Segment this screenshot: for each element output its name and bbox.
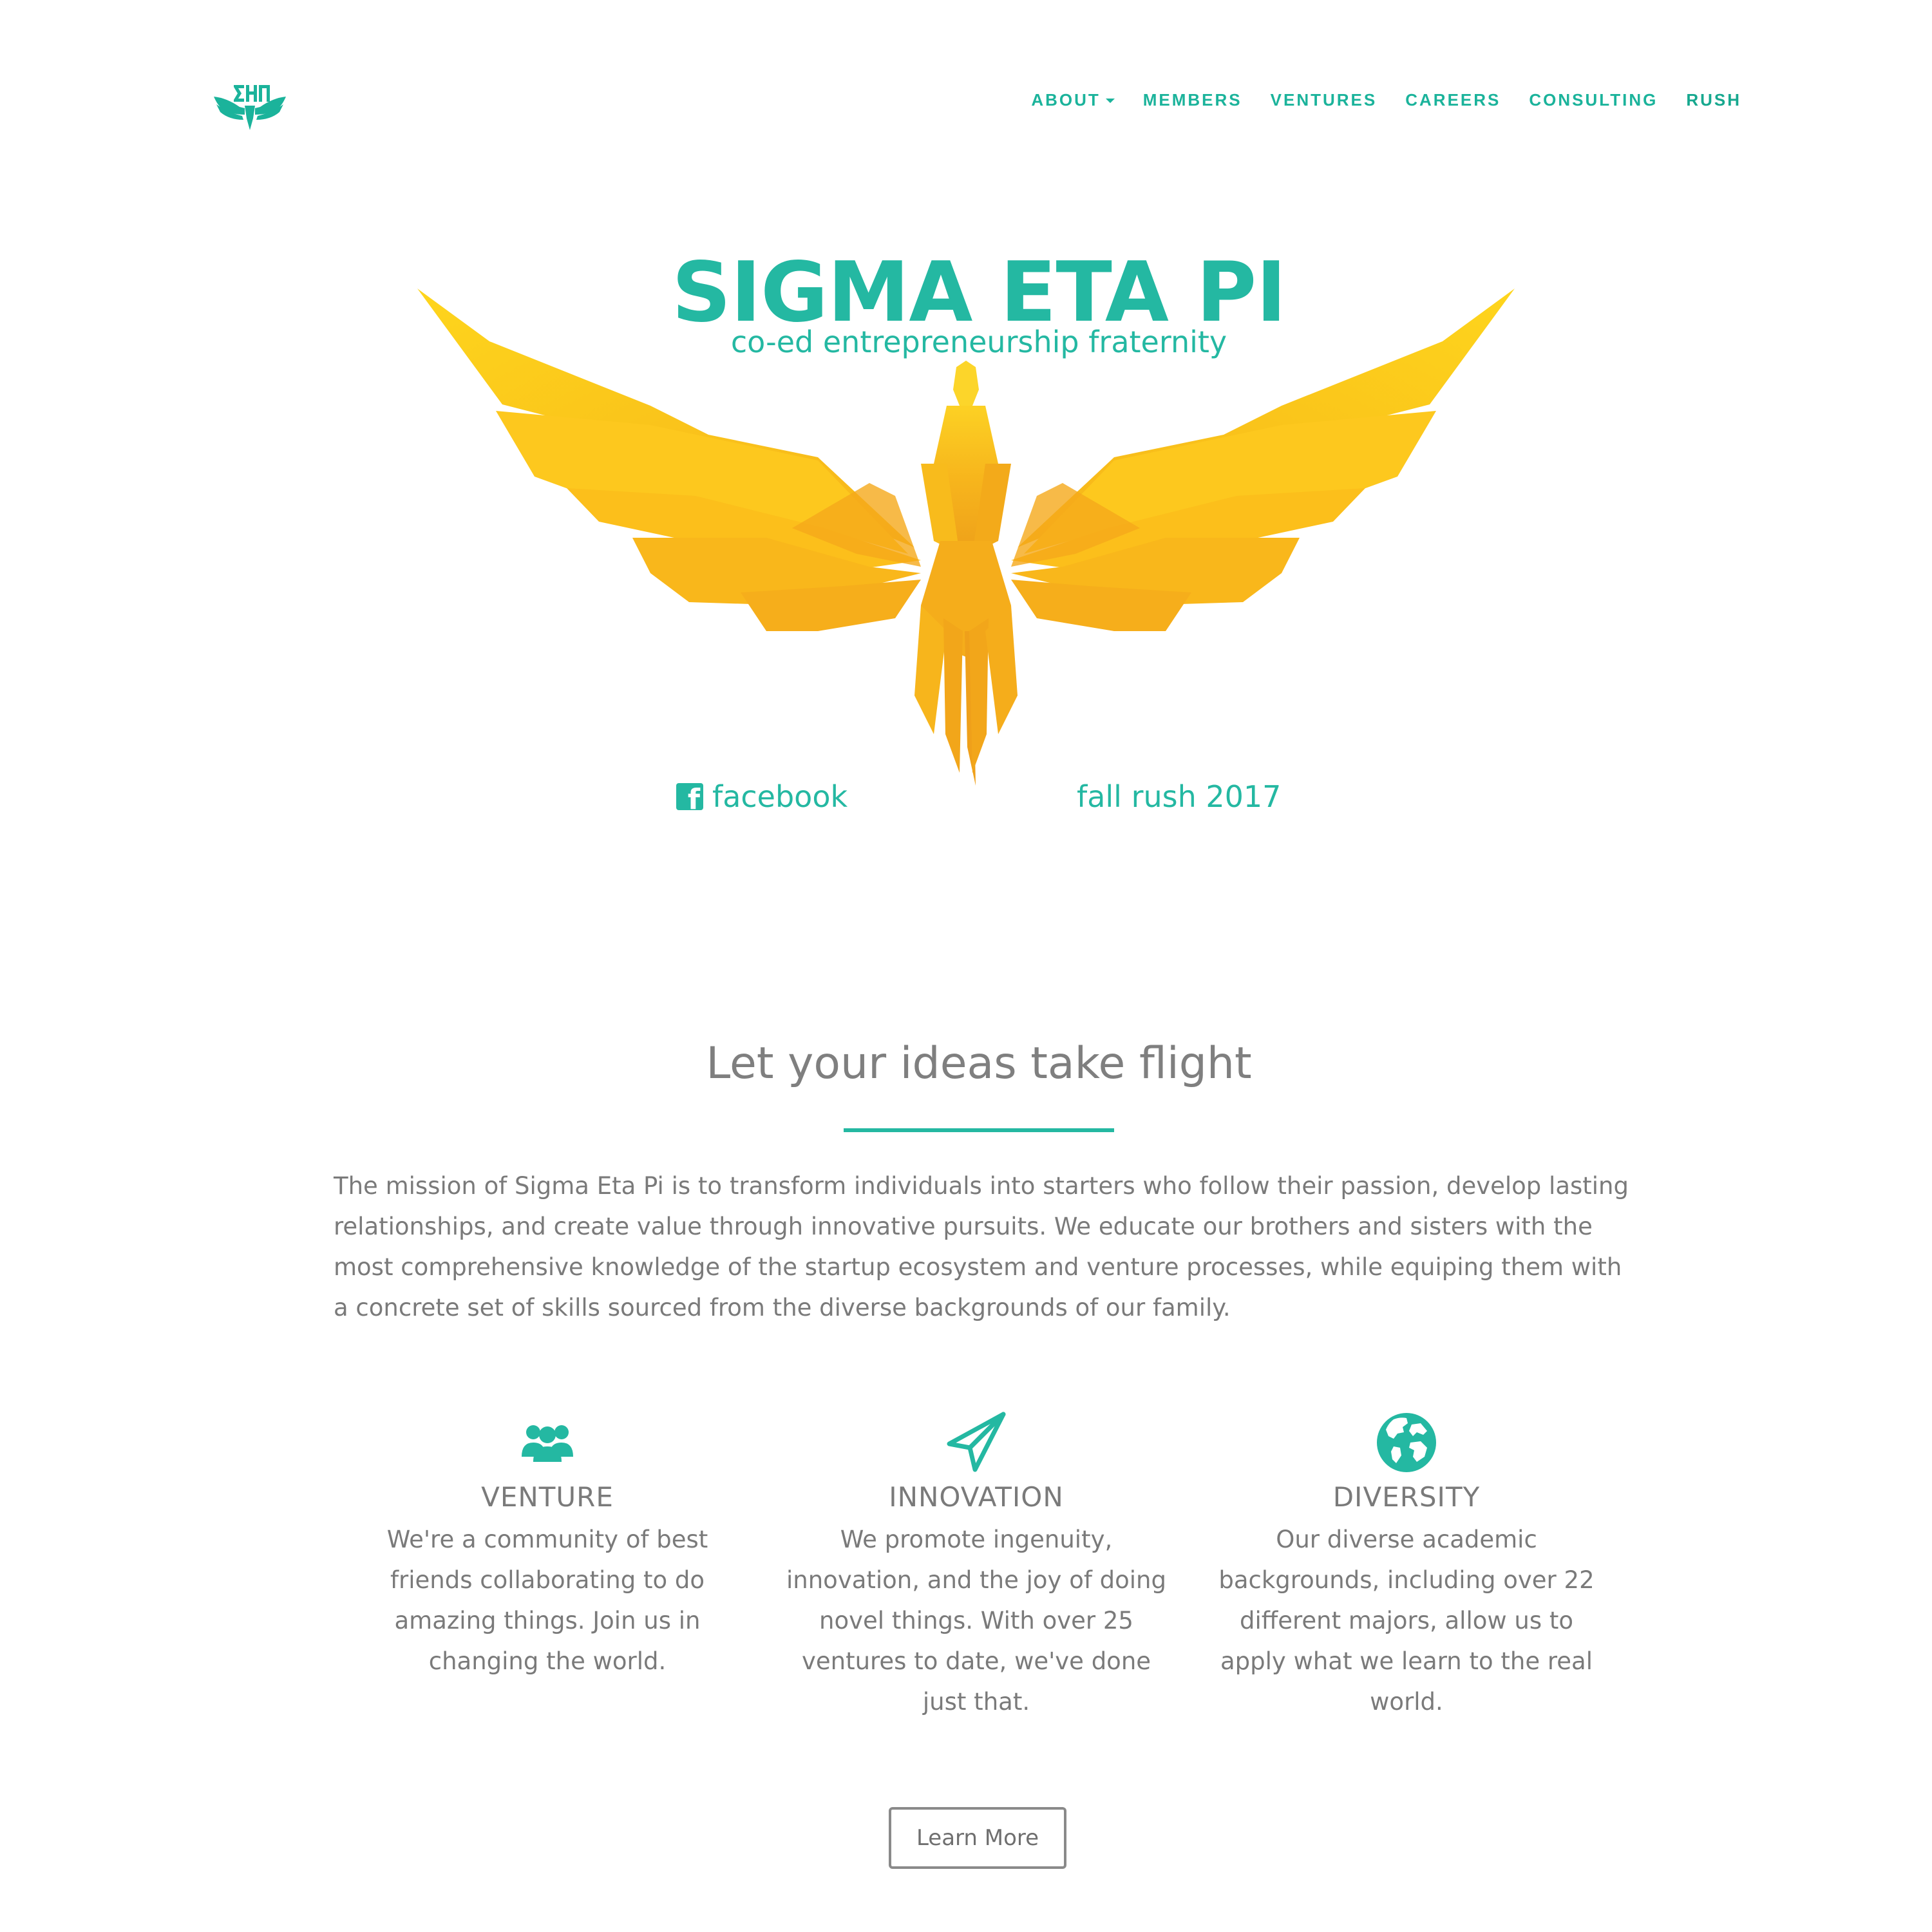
- feature-text: Our diverse academic backgrounds, includ…: [1218, 1526, 1595, 1716]
- nav-item-members[interactable]: MEMBERS: [1143, 90, 1242, 110]
- mission-statement: The mission of Sigma Eta Pi is to transf…: [334, 1172, 1629, 1321]
- main-nav: ABOUT MEMBERS VENTURES CAREERS CONSULTIN…: [1003, 90, 1741, 110]
- nav-item-consulting[interactable]: CONSULTING: [1529, 90, 1658, 110]
- facebook-icon: f: [676, 783, 703, 814]
- page: ABOUT MEMBERS VENTURES CAREERS CONSULTIN…: [0, 0, 1932, 1932]
- people-group-icon: [522, 1425, 573, 1462]
- nav-item-about[interactable]: ABOUT: [1031, 90, 1115, 110]
- eagle-logo-icon[interactable]: [213, 82, 287, 133]
- feature-venture: VENTURE We're a community of best friend…: [341, 1410, 753, 1681]
- heading-divider: [844, 1128, 1114, 1132]
- navbar: ABOUT MEMBERS VENTURES CAREERS CONSULTIN…: [0, 0, 1932, 155]
- globe-icon: [1377, 1413, 1436, 1472]
- feature-text: We promote ingenuity, innovation, and th…: [786, 1526, 1166, 1716]
- section-heading: Let your ideas take flight: [706, 1038, 1252, 1089]
- nav-item-label: CAREERS: [1405, 90, 1501, 109]
- learn-more-button[interactable]: Learn More: [889, 1807, 1066, 1869]
- facebook-link[interactable]: f facebook: [676, 779, 848, 814]
- feature-text: We're a community of best friends collab…: [386, 1526, 708, 1675]
- fall-rush-link[interactable]: fall rush 2017: [1077, 779, 1281, 814]
- feature-title: DIVERSITY: [1332, 1481, 1481, 1513]
- nav-item-rush[interactable]: RUSH: [1686, 90, 1741, 110]
- fall-rush-label: fall rush 2017: [1077, 779, 1282, 814]
- feature-diversity: DIVERSITY Our diverse academic backgroun…: [1200, 1410, 1613, 1722]
- nav-item-ventures[interactable]: VENTURES: [1271, 90, 1378, 110]
- chevron-down-icon: [1105, 99, 1115, 103]
- feature-innovation: INNOVATION We promote ingenuity, innovat…: [770, 1410, 1182, 1722]
- nav-item-label: CONSULTING: [1529, 90, 1658, 109]
- facebook-label: facebook: [712, 779, 848, 814]
- nav-item-careers[interactable]: CAREERS: [1405, 90, 1501, 110]
- nav-item-label: RUSH: [1686, 90, 1741, 109]
- nav-item-label: MEMBERS: [1142, 90, 1242, 109]
- hero: SIGMA ETA PI co-ed entrepreneurship frat…: [0, 232, 1932, 850]
- feature-title: VENTURE: [481, 1481, 614, 1513]
- feature-title: INNOVATION: [889, 1481, 1064, 1513]
- nav-item-label: VENTURES: [1270, 90, 1378, 109]
- eagle-image: [417, 289, 1515, 786]
- hero-subtitle: co-ed entrepreneurship fraternity: [730, 325, 1227, 359]
- paper-plane-icon: [947, 1412, 1006, 1472]
- nav-item-label: ABOUT: [1031, 90, 1101, 109]
